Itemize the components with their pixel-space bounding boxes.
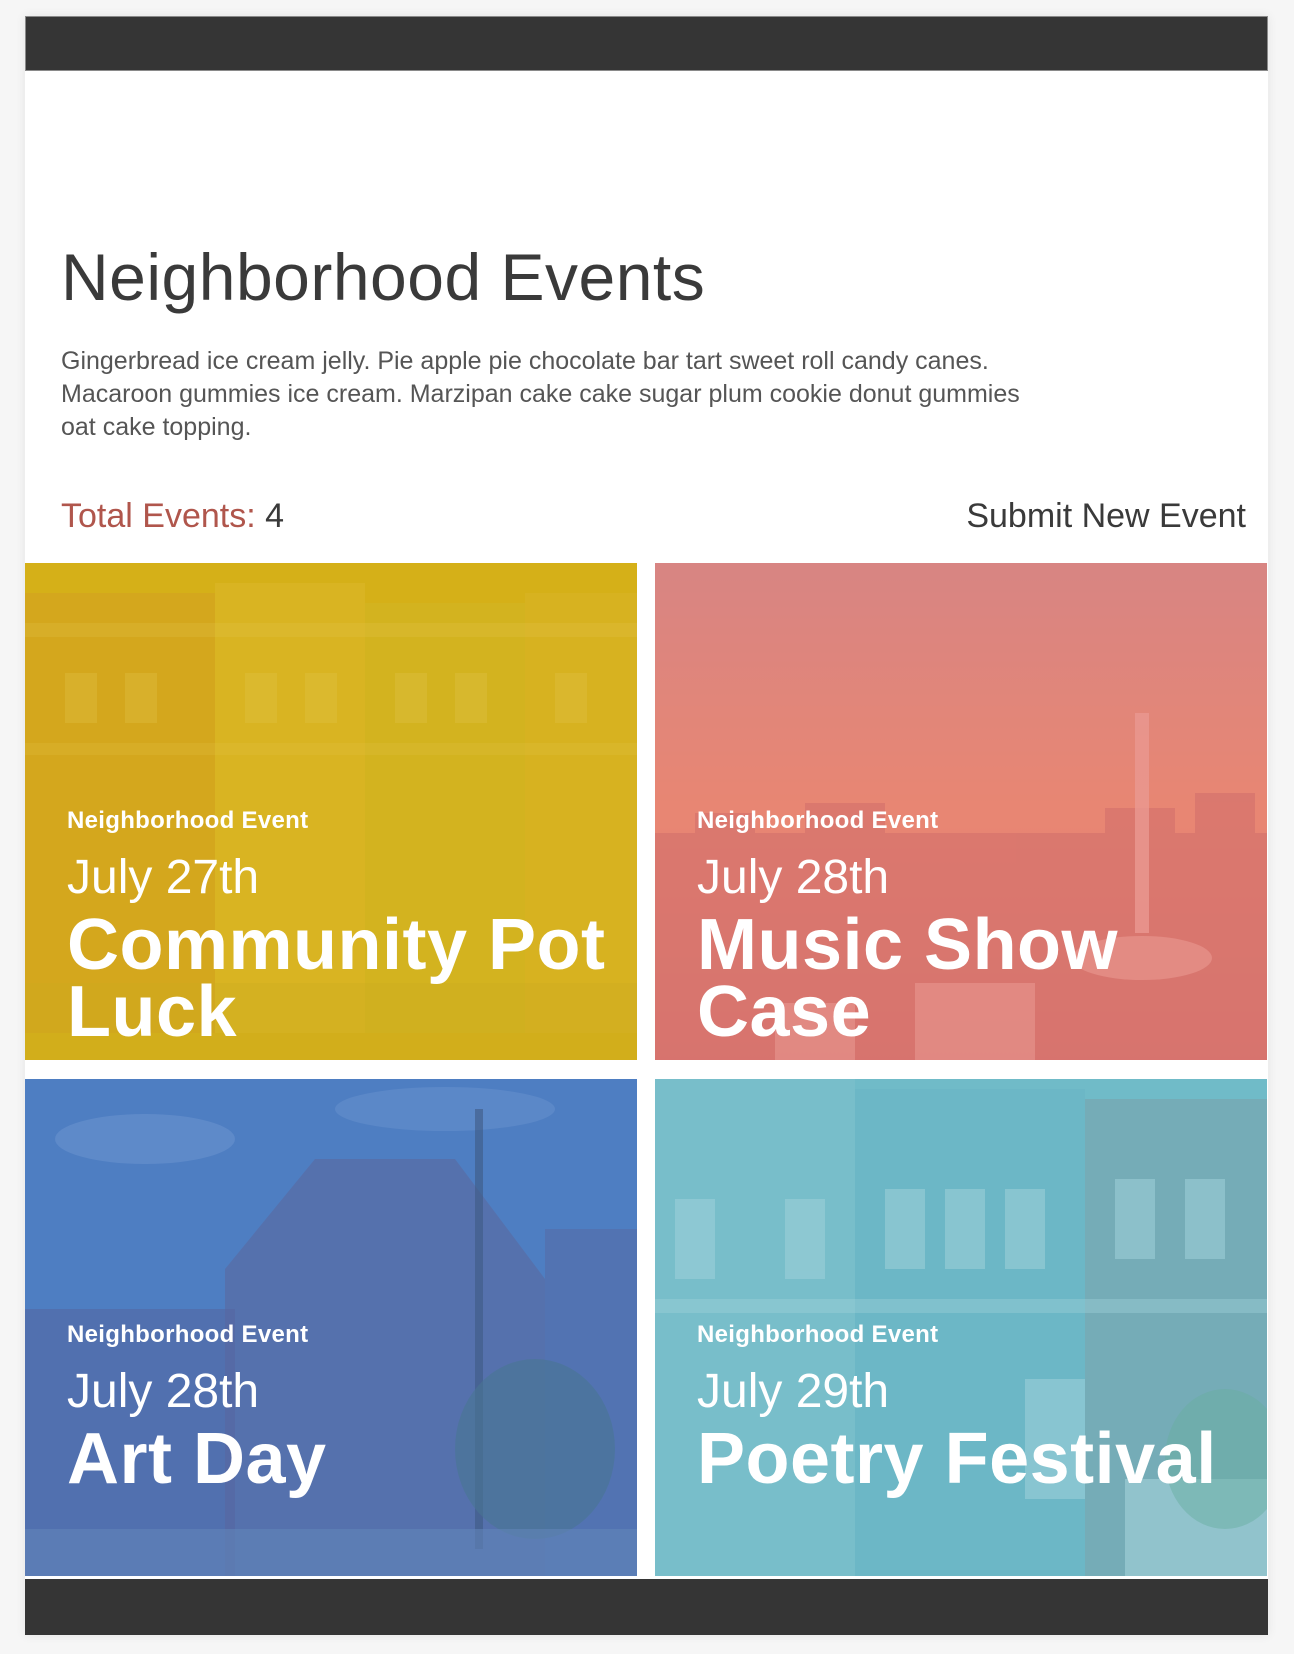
event-date: July 29th [697,1365,890,1418]
page-title: Neighborhood Events [61,240,706,314]
event-card-content: Neighborhood Event July 27th Community P… [67,807,617,1052]
total-events-count: 4 [265,497,285,535]
event-date: July 27th [67,851,260,904]
event-date: July 28th [67,1365,260,1418]
event-card-content: Neighborhood Event July 28th Music Show … [697,807,1247,1052]
page-frame: Neighborhood Events Gingerbread ice crea… [25,16,1268,1635]
submit-new-event-link[interactable]: Submit New Event [966,499,1246,533]
total-events: Total Events: 4 [61,499,284,533]
intro-text: Gingerbread ice cream jelly. Pie apple p… [61,347,1020,441]
event-title: Music Show Case [697,905,1119,1052]
event-card-art-day[interactable]: Neighborhood Event July 28th Art Day [25,1079,637,1576]
event-title: Community Pot Luck [67,905,606,1052]
event-kicker: Neighborhood Event [67,807,309,834]
top-bar [25,16,1268,71]
bottom-bar [25,1579,1268,1635]
event-title: Poetry Festival [697,1419,1217,1499]
event-card-poetry-festival[interactable]: Neighborhood Event July 29th Poetry Fest… [655,1079,1267,1576]
event-kicker: Neighborhood Event [697,807,939,834]
event-date: July 28th [697,851,890,904]
event-kicker: Neighborhood Event [697,1321,939,1348]
event-card-content: Neighborhood Event July 28th Art Day [67,1321,617,1499]
event-card-community-pot-luck[interactable]: Neighborhood Event July 27th Community P… [25,563,637,1060]
event-card-content: Neighborhood Event July 29th Poetry Fest… [697,1321,1247,1499]
total-events-label: Total Events: [61,497,256,535]
event-card-music-show-case[interactable]: Neighborhood Event July 28th Music Show … [655,563,1267,1060]
event-title: Art Day [67,1419,327,1499]
event-kicker: Neighborhood Event [67,1321,309,1348]
